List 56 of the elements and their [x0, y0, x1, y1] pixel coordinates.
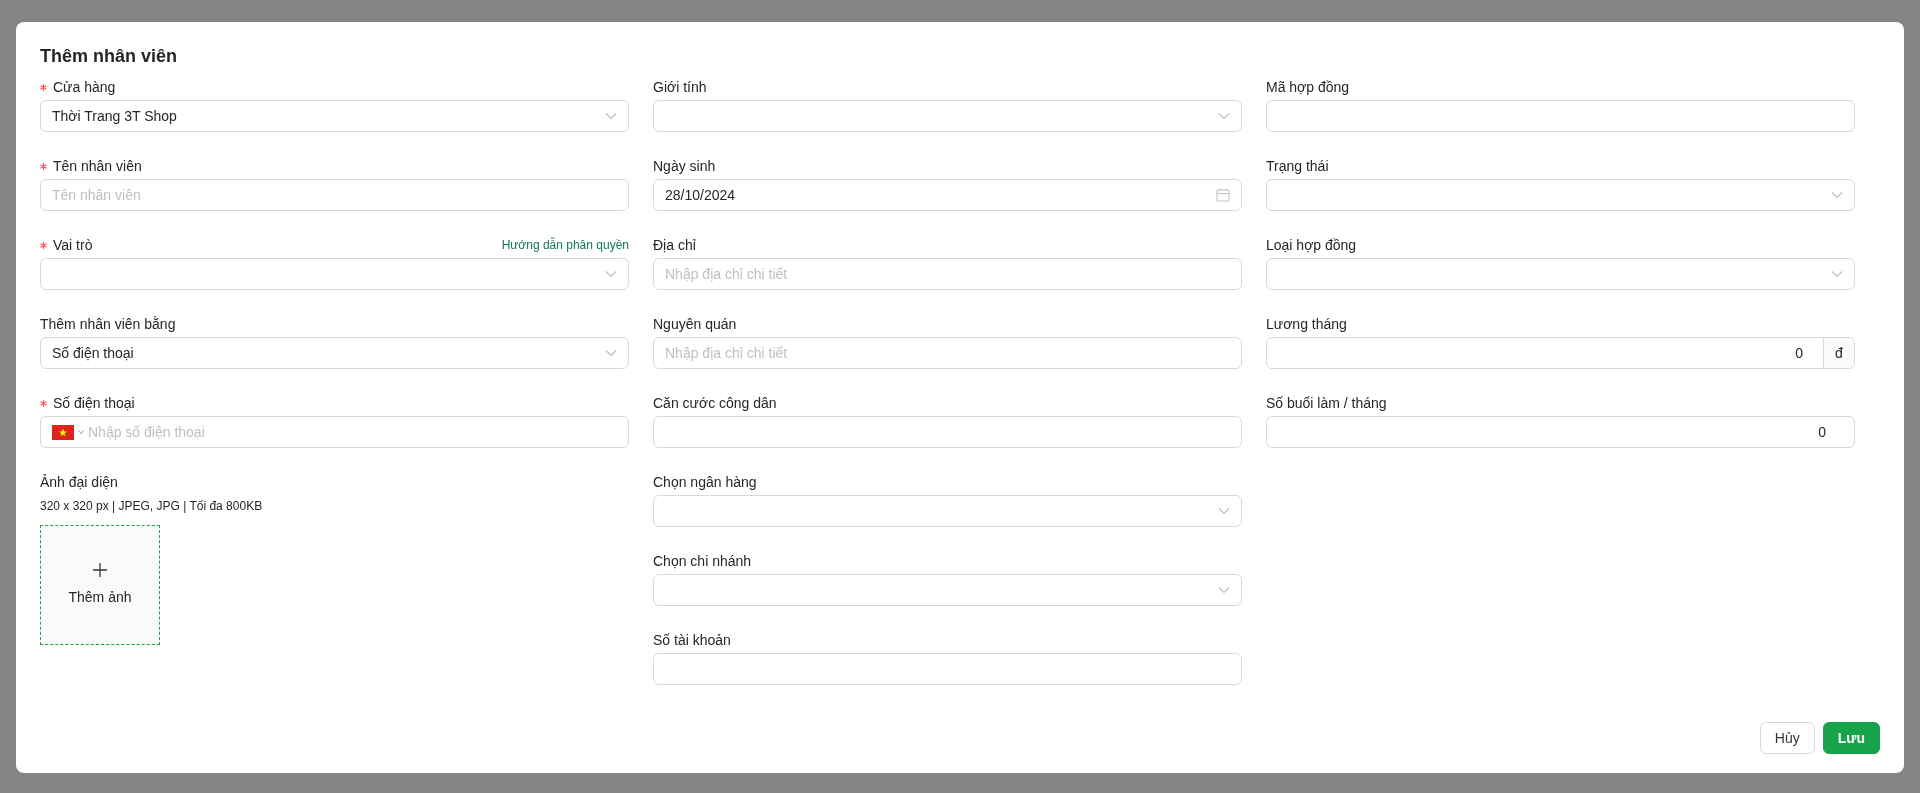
chevron-down-icon	[1218, 507, 1230, 515]
field-label: Loại hợp đồng	[1266, 235, 1357, 255]
permission-guide-link[interactable]: Hướng dẫn phân quyền	[501, 236, 629, 254]
chevron-down-icon	[1218, 586, 1230, 594]
select-field[interactable]	[40, 258, 629, 290]
caret-icon	[78, 430, 84, 434]
upload-hint: 320 x 320 px | JPEG, JPG | Tối đa 800KB	[40, 498, 263, 515]
select-field[interactable]: Thời Trang 3T Shop	[40, 100, 629, 132]
date-field[interactable]: 28/10/2024	[653, 179, 1242, 211]
dialog-title: Thêm nhân viên	[40, 45, 178, 68]
phone-field[interactable]: Nhập số điện thoại	[40, 416, 629, 448]
chevron-down-icon	[605, 270, 617, 278]
field-label: Cửa hàng	[53, 77, 116, 97]
field-label: Thêm nhân viên bằng	[40, 314, 176, 334]
plus-icon	[93, 562, 107, 577]
input-field[interactable]	[653, 416, 1242, 448]
field-label: Tên nhân viên	[53, 156, 142, 176]
chevron-down-icon	[605, 349, 617, 357]
calendar-icon	[1216, 188, 1230, 202]
chevron-down-icon	[1831, 191, 1843, 199]
number-field[interactable]: 0	[1266, 416, 1855, 448]
chevron-down-icon	[1218, 112, 1230, 120]
field-label: Mã hợp đồng	[1266, 77, 1350, 97]
input-field[interactable]: Nhập địa chỉ chi tiết	[653, 258, 1242, 290]
cancel-button[interactable]: Hủy	[1759, 722, 1815, 754]
field-label: Số tài khoản	[653, 630, 731, 650]
phone-number-input[interactable]: Nhập số điện thoại	[88, 421, 617, 443]
input-field[interactable]	[1266, 100, 1855, 132]
chevron-down-icon	[605, 112, 617, 120]
flag-icon[interactable]	[52, 424, 74, 440]
avatar-upload-button[interactable]: Thêm ảnh	[40, 525, 160, 645]
select-field[interactable]	[1266, 179, 1855, 211]
field-label: Ảnh đại diện	[40, 472, 118, 492]
chevron-down-icon	[1831, 270, 1843, 278]
field-label: Căn cước công dân	[653, 393, 777, 413]
field-label: Chọn ngân hàng	[653, 472, 757, 492]
select-field[interactable]	[653, 495, 1242, 527]
field-label: Chọn chi nhánh	[653, 551, 752, 571]
input-field[interactable]: Tên nhân viên	[40, 179, 629, 211]
select-field[interactable]	[653, 100, 1242, 132]
select-field[interactable]	[1266, 258, 1855, 290]
input-field[interactable]: Nhập địa chỉ chi tiết	[653, 337, 1242, 369]
input-field[interactable]	[653, 653, 1242, 685]
field-label: Vai trò	[53, 235, 93, 255]
field-label: Nguyên quán	[653, 314, 737, 334]
field-label: Số điện thoại	[53, 393, 135, 413]
currency-suffix: đ	[1823, 338, 1854, 368]
field-label: Số buổi làm / tháng	[1266, 393, 1387, 413]
field-label: Trạng thái	[1266, 156, 1329, 176]
field-label: Ngày sinh	[653, 156, 716, 176]
select-field[interactable]	[653, 574, 1242, 606]
field-label: Địa chỉ	[653, 235, 696, 255]
number-field[interactable]: 0 đ	[1266, 337, 1855, 369]
field-label: Lương tháng	[1266, 314, 1347, 334]
select-field[interactable]: Số điện thoại	[40, 337, 629, 369]
field-label: Giới tính	[653, 77, 707, 97]
